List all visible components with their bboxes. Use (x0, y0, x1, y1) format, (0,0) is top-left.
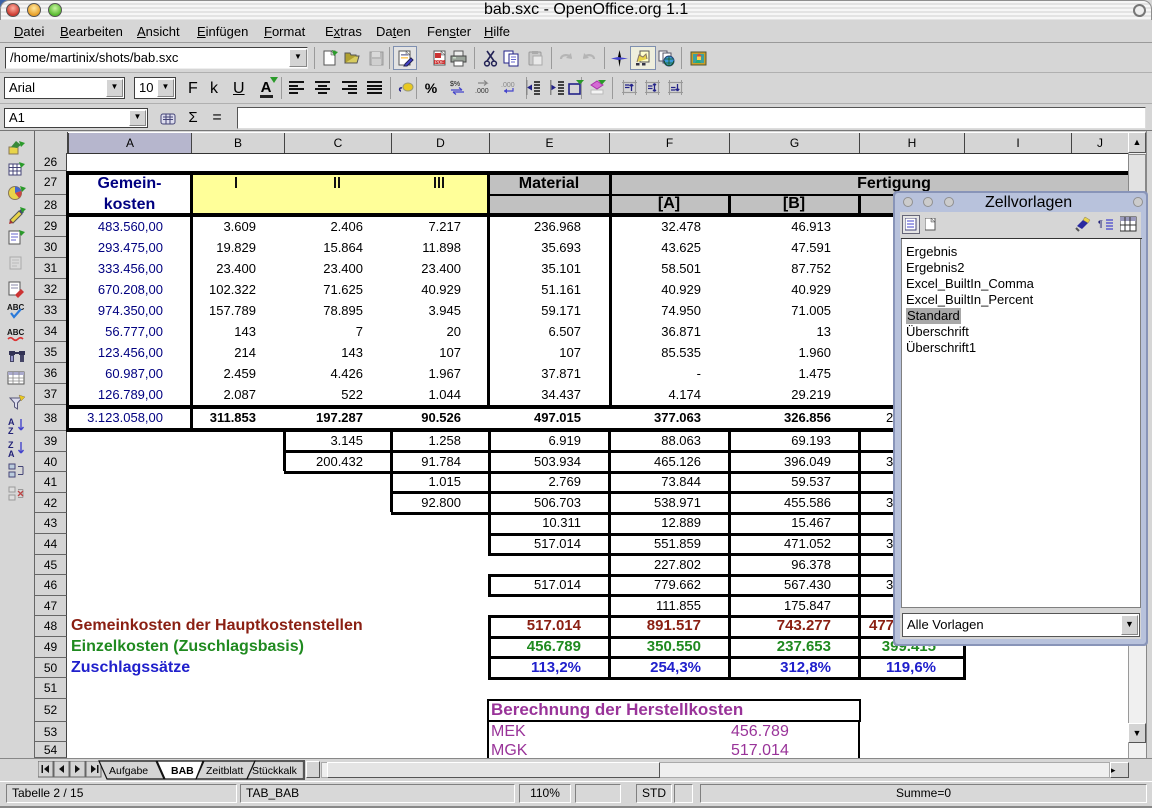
svg-text:Aufgabe: Aufgabe (109, 765, 148, 777)
svg-text:Stückkalk: Stückkalk (252, 765, 298, 777)
svg-text:Z: Z (8, 426, 14, 434)
svg-text:$%: $% (450, 81, 460, 88)
svg-text:BAB: BAB (171, 765, 194, 777)
svg-text:ABC: ABC (7, 303, 25, 312)
svg-text:.000: .000 (501, 82, 515, 89)
svg-text:ABC: ABC (7, 328, 25, 337)
svg-text:Zeitblatt: Zeitblatt (206, 765, 243, 777)
svg-text:.000: .000 (475, 88, 489, 95)
svg-text:PDF: PDF (435, 60, 444, 65)
svg-text:¶: ¶ (1098, 219, 1103, 229)
svg-text:A: A (8, 449, 15, 457)
